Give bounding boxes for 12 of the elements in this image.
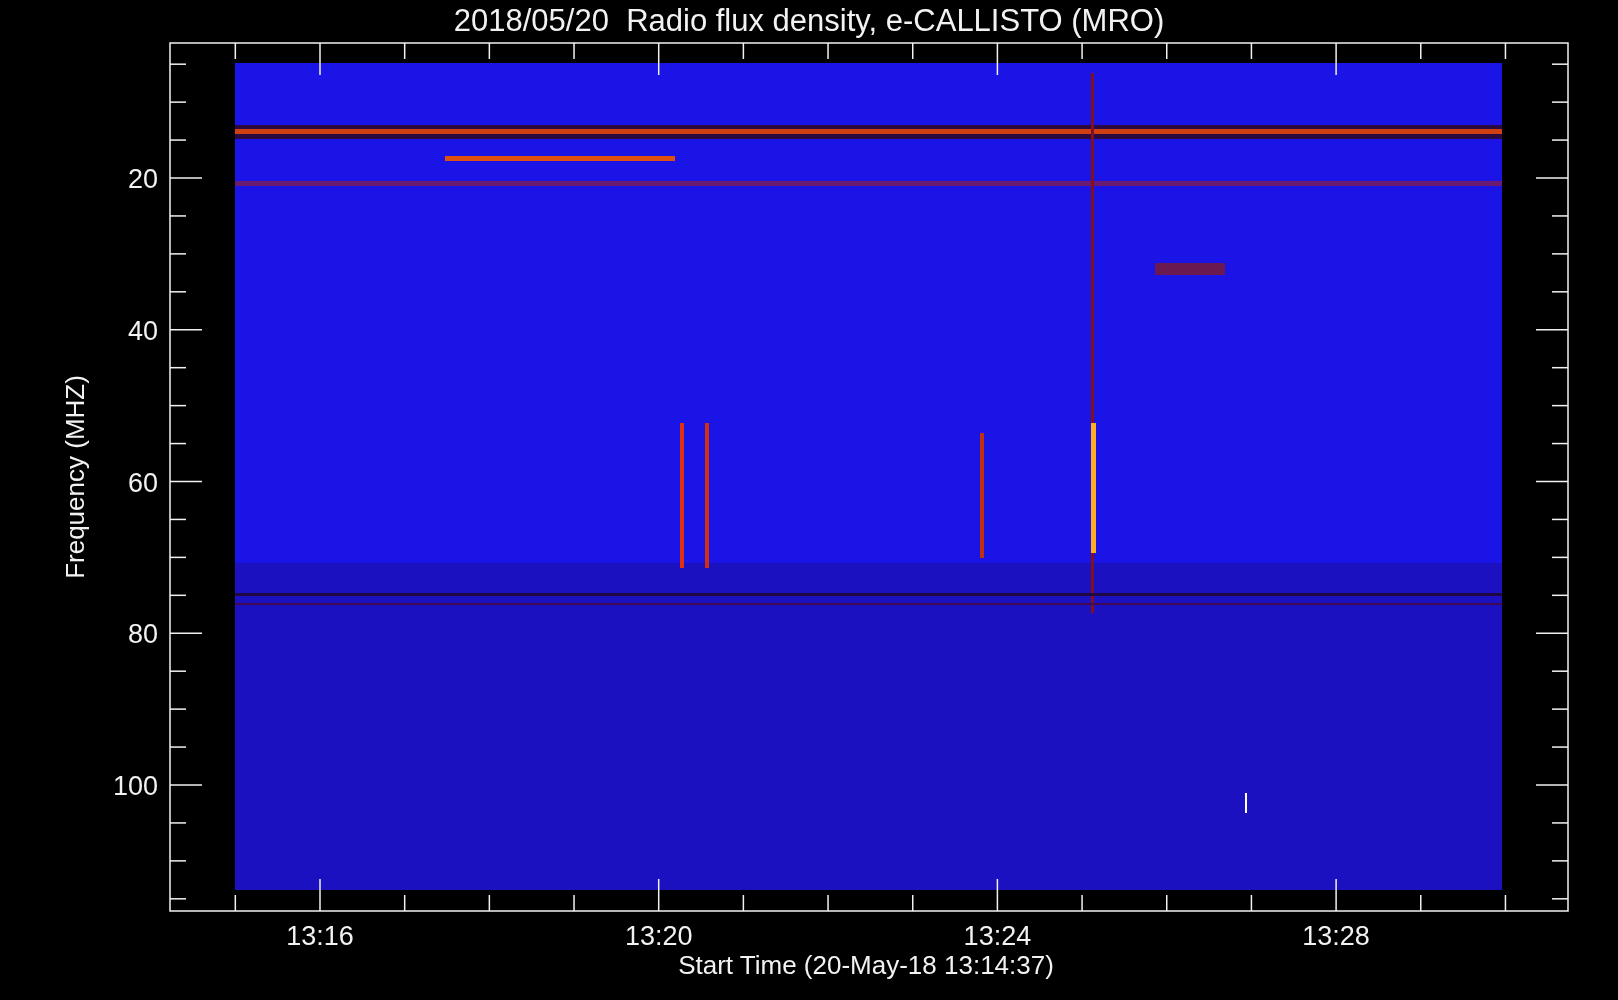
tick-label: 13:20 — [624, 921, 693, 951]
axis-title: Start Time (20-May-18 13:14:37) — [678, 950, 1054, 980]
axis-title: Frequency (MHZ) — [60, 375, 90, 579]
tick-label: 40 — [127, 315, 158, 346]
chart-title: 2018/05/20 Radio flux density, e-CALLISTO (MRO) — [453, 3, 1165, 38]
tick-label: 13:24 — [963, 921, 1032, 951]
tick-label: 13:16 — [286, 921, 354, 951]
tick-label: 20 — [127, 164, 158, 194]
tick-label: 100 — [112, 771, 158, 801]
tick-label: 80 — [127, 619, 158, 650]
tick-label: 60 — [127, 467, 158, 498]
tick-label: 13:28 — [1302, 921, 1370, 951]
